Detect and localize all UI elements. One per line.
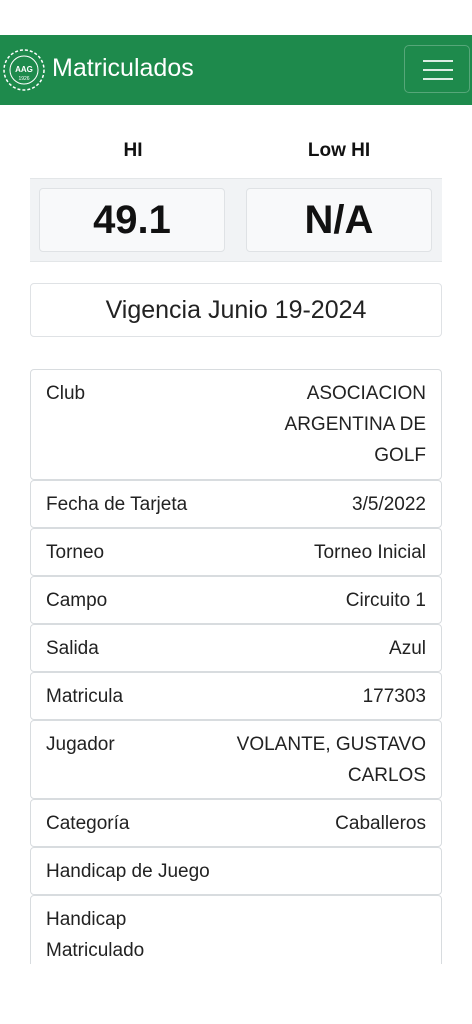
detail-value: Torneo Inicial bbox=[314, 542, 426, 563]
detail-row-campo: Campo Circuito 1 bbox=[30, 576, 442, 624]
detail-label-line: Matriculado bbox=[46, 940, 145, 961]
detail-label: Campo bbox=[46, 590, 108, 611]
hamburger-menu-icon-bar bbox=[423, 69, 453, 71]
detail-value: VOLANTE, GUSTAVO CARLOS bbox=[237, 729, 426, 791]
hamburger-menu-icon bbox=[423, 60, 453, 62]
detail-row-matricula: Matricula 177303 bbox=[30, 672, 442, 720]
logo-year: 1926 bbox=[18, 76, 29, 82]
hamburger-menu-icon-bar bbox=[423, 78, 453, 80]
detail-label: Categoría bbox=[46, 813, 130, 834]
detail-label: Fecha de Tarjeta bbox=[46, 494, 188, 515]
detail-row-handicap-juego: Handicap de Juego bbox=[30, 847, 442, 895]
detail-label: Club bbox=[46, 383, 86, 404]
detail-label: Salida bbox=[46, 638, 99, 659]
detail-value: 177303 bbox=[362, 686, 426, 707]
details-list: Club ASOCIACION ARGENTINA DE GOLF Fecha … bbox=[30, 369, 442, 964]
hi-value: 49.1 bbox=[39, 188, 225, 252]
detail-row-torneo: Torneo Torneo Inicial bbox=[30, 528, 442, 576]
detail-label: Matricula bbox=[46, 686, 124, 707]
detail-label: Handicap Matriculado bbox=[46, 904, 144, 964]
handicap-labels: HI Low HI bbox=[30, 140, 442, 166]
detail-value-line: VOLANTE, GUSTAVO bbox=[236, 734, 426, 755]
detail-value: ASOCIACION ARGENTINA DE GOLF bbox=[285, 378, 426, 471]
detail-value-line: ASOCIACION bbox=[306, 383, 426, 404]
detail-row-fecha: Fecha de Tarjeta 3/5/2022 bbox=[30, 480, 442, 528]
detail-label: Torneo bbox=[46, 542, 105, 563]
detail-label: Handicap de Juego bbox=[46, 861, 210, 882]
detail-label: Jugador bbox=[46, 734, 115, 755]
detail-row-salida: Salida Azul bbox=[30, 624, 442, 672]
detail-row-handicap-matriculado: Handicap Matriculado bbox=[30, 895, 442, 964]
detail-row-club: Club ASOCIACION ARGENTINA DE GOLF bbox=[30, 369, 442, 480]
detail-value-line: CARLOS bbox=[347, 765, 426, 786]
detail-value: 3/5/2022 bbox=[352, 494, 426, 515]
navbar: AAG 1926 Matriculados bbox=[0, 35, 472, 105]
detail-label-line: Handicap bbox=[46, 909, 127, 930]
detail-row-jugador: Jugador VOLANTE, GUSTAVO CARLOS bbox=[30, 720, 442, 799]
detail-row-categoria: Categoría Caballeros bbox=[30, 799, 442, 847]
detail-value: Circuito 1 bbox=[345, 590, 426, 611]
detail-value: Caballeros bbox=[335, 813, 426, 834]
page-title: Matriculados bbox=[52, 54, 194, 82]
hi-label: HI bbox=[123, 140, 143, 161]
low-hi-value: N/A bbox=[246, 188, 432, 252]
logo-text: AAG bbox=[15, 65, 33, 74]
menu-toggle-button[interactable] bbox=[404, 45, 470, 93]
handicap-values: 49.1 N/A bbox=[30, 178, 442, 262]
aag-logo-icon[interactable]: AAG 1926 bbox=[2, 48, 46, 92]
detail-value-line: ARGENTINA DE bbox=[284, 414, 426, 435]
vigencia-banner: Vigencia Junio 19-2024 bbox=[30, 283, 442, 337]
detail-value-line: GOLF bbox=[374, 445, 426, 466]
low-hi-label: Low HI bbox=[307, 140, 371, 161]
detail-value: Azul bbox=[389, 638, 426, 659]
